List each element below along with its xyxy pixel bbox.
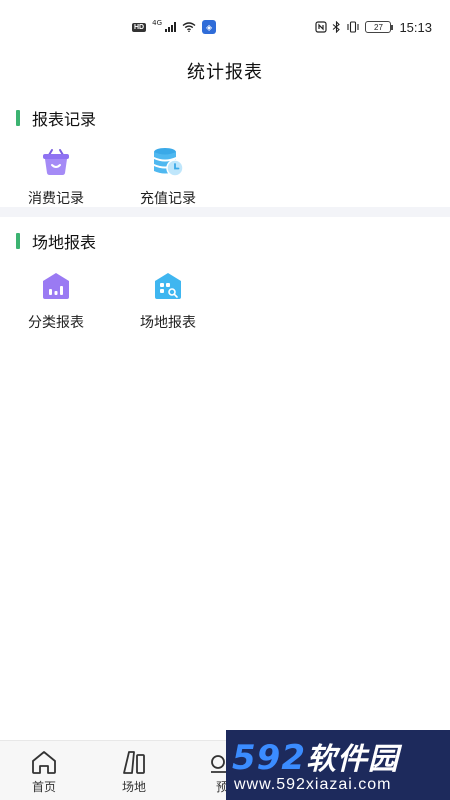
status-bar: HD 4G ◈ 27 15:13 (0, 0, 450, 54)
network-type: 4G (152, 19, 163, 27)
venue-search-icon (155, 273, 181, 299)
recharge-record-tile[interactable]: 充值记录 (128, 146, 208, 216)
signal-icon (165, 22, 177, 32)
section-accent-bar (16, 233, 20, 249)
tile-label: 消费记录 (28, 191, 84, 207)
nav-item-home[interactable]: 首页 (14, 749, 74, 795)
clock: 15:13 (399, 19, 432, 35)
section-divider (0, 207, 450, 217)
site-watermark: 592软件园 www.592xiazai.com (226, 730, 450, 800)
status-left: HD 4G ◈ (132, 19, 217, 34)
tile-label: 场地报表 (140, 315, 196, 331)
bar-house-icon (43, 273, 69, 299)
section-header-venue-reports: 场地报表 (16, 229, 96, 253)
database-clock-icon (154, 148, 184, 177)
vibrate-icon (347, 21, 360, 33)
hd-badge: HD (132, 22, 147, 32)
section-accent-bar (16, 110, 20, 126)
nfc-icon (315, 21, 328, 33)
section-title: 报表记录 (32, 110, 97, 129)
venue-report-tile[interactable]: 场地报表 (128, 270, 208, 340)
wifi-icon (182, 22, 196, 32)
venue-icon (123, 751, 145, 774)
section-header-report-records: 报表记录 (16, 106, 96, 130)
tile-label: 充值记录 (140, 191, 196, 207)
bluetooth-icon (333, 21, 341, 33)
tile-label: 分类报表 (28, 315, 84, 331)
category-report-tile[interactable]: 分类报表 (16, 270, 96, 340)
status-right: 27 15:13 (315, 20, 432, 35)
battery-level: 27 (374, 22, 383, 32)
watermark-brand: 592软件园 (232, 734, 399, 778)
nav-label: 首页 (31, 780, 56, 794)
watermark-text: 软件园 (305, 742, 399, 777)
nav-item-venue[interactable]: 场地 (104, 749, 164, 795)
watermark-number: 592 (232, 738, 306, 778)
watermark-url: www.592xiazai.com (234, 776, 392, 793)
battery-icon: 27 (365, 21, 394, 33)
nav-label: 场地 (121, 780, 146, 794)
consumption-record-tile[interactable]: 消费记录 (16, 146, 96, 216)
section-title: 场地报表 (32, 233, 97, 252)
page-title: 统计报表 (187, 62, 263, 83)
security-app-icon: ◈ (202, 20, 217, 34)
basket-icon (43, 149, 69, 175)
home-icon (32, 751, 56, 774)
